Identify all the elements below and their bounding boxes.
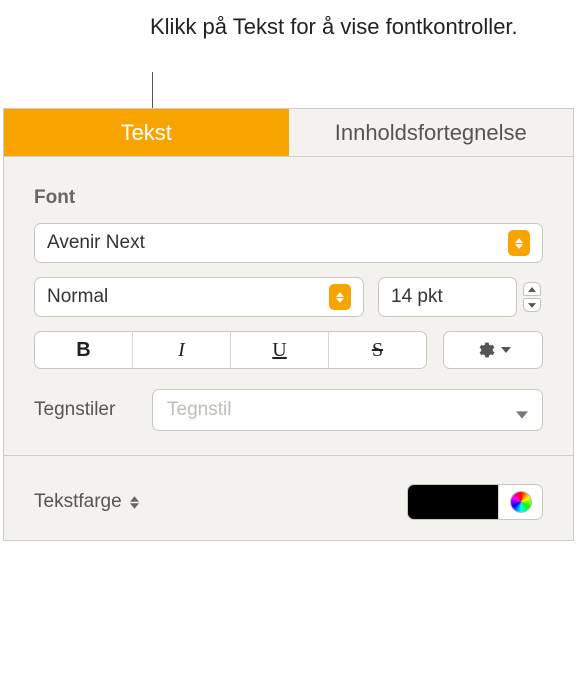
tab-text[interactable]: Tekst (4, 109, 289, 156)
underline-icon: U (272, 339, 286, 362)
color-swatch-button[interactable] (408, 484, 498, 520)
text-style-segment: B I U S (34, 331, 427, 369)
stepper-up-button[interactable] (523, 282, 541, 296)
bold-button[interactable]: B (35, 332, 133, 368)
font-size-input[interactable]: 14 pkt (378, 277, 517, 317)
format-panel: Tekst Innholdsfortegnelse Font Avenir Ne… (3, 108, 574, 541)
divider (4, 455, 573, 456)
chevron-down-icon (516, 406, 528, 414)
popup-arrows-icon (329, 284, 351, 310)
character-styles-select[interactable]: Tegnstil (152, 389, 543, 431)
callout-line (152, 72, 153, 110)
italic-button[interactable]: I (133, 332, 231, 368)
font-family-select[interactable]: Avenir Next (34, 223, 543, 263)
gear-icon (475, 340, 495, 360)
character-styles-label: Tegnstiler (34, 399, 134, 421)
font-style-value: Normal (47, 286, 108, 308)
font-family-value: Avenir Next (47, 232, 145, 254)
panel-content: Font Avenir Next Normal 14 pkt (4, 157, 573, 540)
strikethrough-button[interactable]: S (329, 332, 426, 368)
tab-bar: Tekst Innholdsfortegnelse (4, 109, 573, 157)
bold-icon: B (76, 339, 90, 362)
font-section-label: Font (34, 187, 543, 209)
tab-toc[interactable]: Innholdsfortegnelse (289, 109, 574, 156)
character-styles-placeholder: Tegnstil (167, 399, 231, 421)
font-size-value: 14 pkt (391, 286, 443, 308)
color-controls (407, 484, 543, 520)
strikethrough-icon: S (372, 339, 383, 362)
italic-icon: I (178, 339, 185, 362)
color-wheel-icon (510, 491, 532, 513)
callout-text: Klikk på Tekst for å vise fontkontroller… (150, 12, 518, 42)
advanced-options-button[interactable] (443, 331, 543, 369)
underline-button[interactable]: U (231, 332, 329, 368)
font-size-stepper (523, 277, 543, 317)
stepper-down-button[interactable] (523, 298, 541, 312)
text-color-label: Tekstfarge (34, 491, 122, 513)
popup-arrows-icon (508, 230, 530, 256)
font-style-select[interactable]: Normal (34, 277, 364, 317)
text-color-label-group[interactable]: Tekstfarge (34, 491, 139, 513)
popup-arrows-icon (130, 496, 139, 509)
chevron-down-icon (501, 347, 511, 353)
color-wheel-button[interactable] (498, 484, 542, 520)
